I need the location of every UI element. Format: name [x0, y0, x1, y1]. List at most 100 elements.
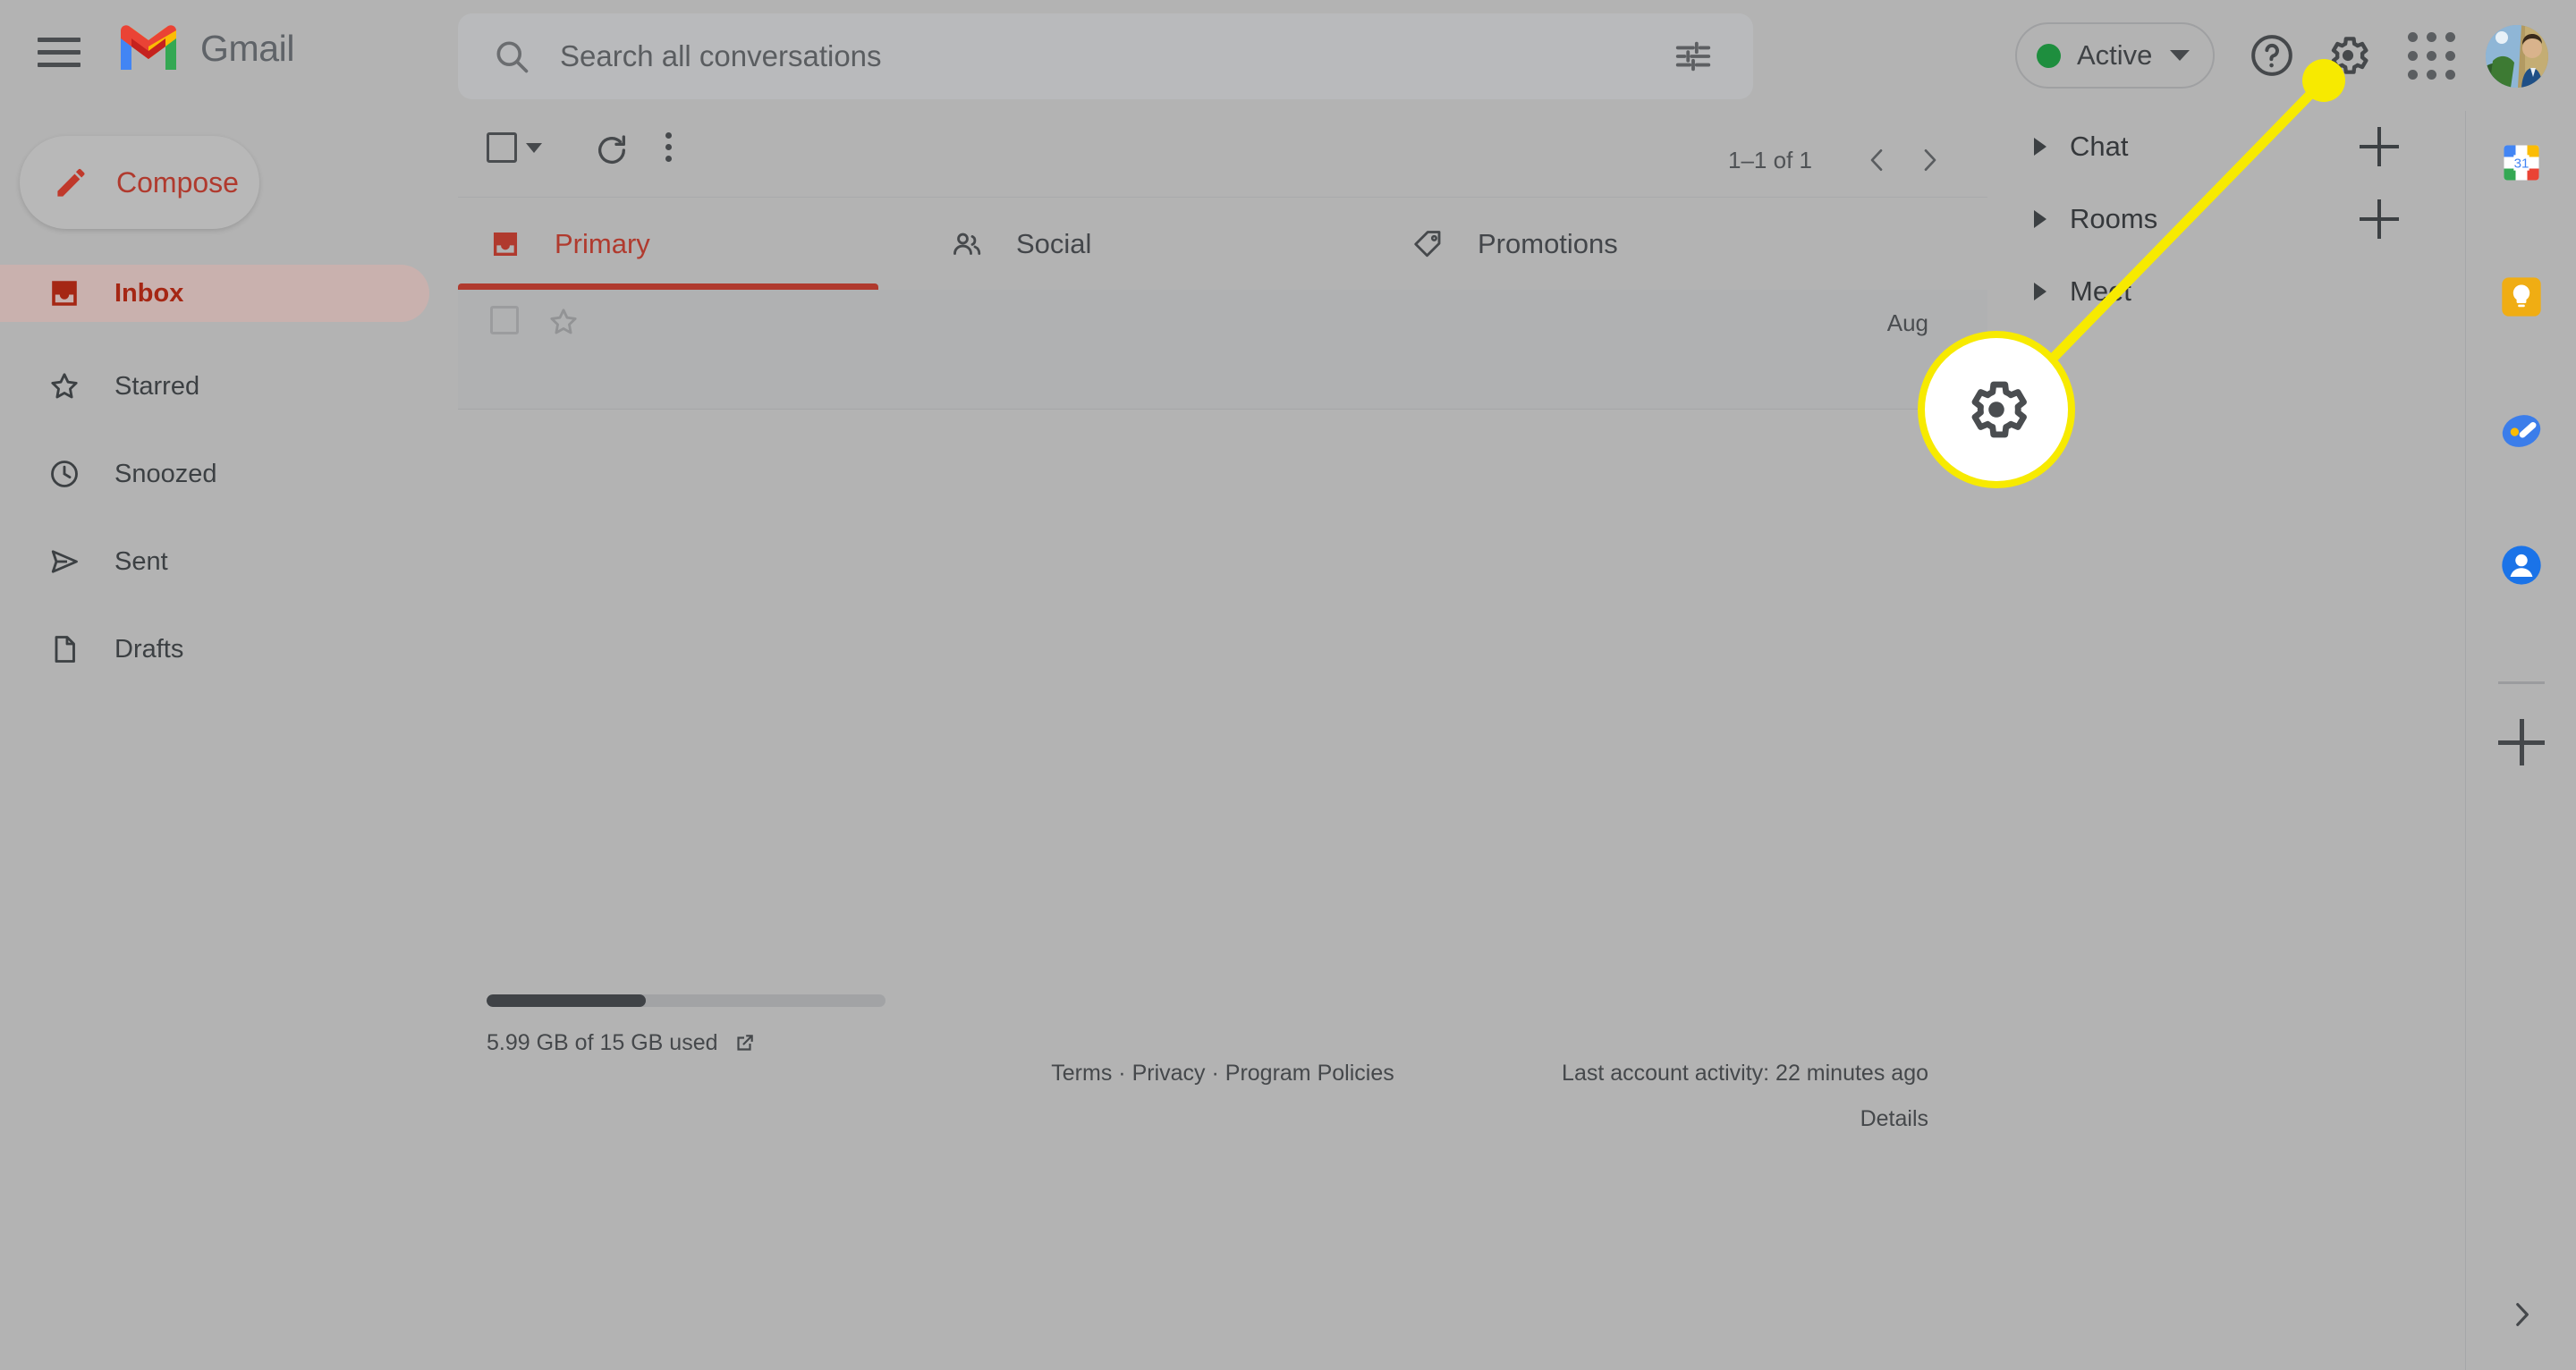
chat-section-label: Chat: [2070, 131, 2129, 162]
compose-label: Compose: [116, 165, 239, 199]
sidebar-item-label: Inbox: [114, 278, 184, 308]
clock-icon: [47, 456, 82, 492]
compose-button[interactable]: Compose: [20, 136, 259, 229]
storage-bar-track: [487, 994, 886, 1007]
status-dot: [2037, 43, 2061, 68]
activity-details-link[interactable]: Details: [1562, 1106, 1928, 1132]
brand-name: Gmail: [200, 27, 295, 69]
sidebar-item-label: Snoozed: [114, 459, 217, 488]
program-policies-link[interactable]: Program Policies: [1225, 1061, 1394, 1086]
privacy-link[interactable]: Privacy: [1132, 1061, 1206, 1086]
tab-primary[interactable]: Primary: [458, 198, 919, 290]
sidebar-item-label: Starred: [114, 371, 200, 401]
storage-usage-label: 5.99 GB of 15 GB used: [487, 1030, 718, 1055]
star-icon: [47, 368, 82, 404]
apps-grid-icon[interactable]: [2406, 30, 2456, 80]
checkbox-icon: [487, 132, 517, 163]
sidebar-item-sent[interactable]: Sent: [0, 533, 429, 590]
chat-section-rooms[interactable]: Rooms: [1987, 183, 2462, 255]
document-icon: [47, 631, 82, 667]
sidebar-item-snoozed[interactable]: Snoozed: [0, 445, 429, 503]
google-keep-icon[interactable]: [2498, 274, 2545, 320]
sidebar-item-label: Sent: [114, 546, 168, 576]
terms-link[interactable]: Terms: [1051, 1061, 1112, 1086]
inbox-tab-icon: [487, 225, 524, 263]
user-avatar[interactable]: [2486, 25, 2548, 88]
search-input[interactable]: [560, 39, 1673, 73]
sidebar-nav: Inbox Starred Snoozed Sent Drafts: [0, 265, 429, 678]
gear-settings-icon[interactable]: [2323, 30, 2373, 80]
storage-usage-row: 5.99 GB of 15 GB used: [487, 1030, 886, 1056]
triangle-right-icon: [2034, 210, 2046, 228]
prev-page-button[interactable]: [1852, 134, 1903, 186]
expand-rail-button[interactable]: [2498, 1291, 2545, 1338]
chevron-down-icon: [526, 142, 542, 153]
mail-list-region: 1–1 of 1 Primary Social Promotions Aug: [458, 111, 1987, 1370]
chevron-down-icon: [2170, 50, 2190, 61]
tab-promotions[interactable]: Promotions: [1381, 198, 1843, 290]
left-sidebar: Compose Inbox Starred Snoozed Sent Draft…: [0, 111, 458, 1370]
more-options-button[interactable]: [665, 132, 672, 162]
send-icon: [47, 544, 82, 579]
help-question-icon[interactable]: [2247, 30, 2297, 80]
storage-bar-fill: [487, 994, 647, 1007]
search-icon: [496, 41, 529, 73]
tab-label: Primary: [555, 227, 650, 259]
status-label: Active: [2077, 39, 2153, 71]
hamburger-menu-icon[interactable]: [38, 34, 80, 70]
sidebar-item-drafts[interactable]: Drafts: [0, 621, 429, 678]
gear-settings-icon: [1971, 381, 2027, 438]
search-bar[interactable]: [458, 13, 1753, 99]
table-row[interactable]: Aug: [458, 290, 1987, 410]
sidebar-item-inbox[interactable]: Inbox: [0, 265, 429, 322]
external-link-icon[interactable]: [733, 1032, 756, 1055]
app-side-rail: 31: [2465, 111, 2576, 1370]
hamburger-line: [38, 37, 80, 42]
row-checkbox[interactable]: [490, 306, 519, 334]
google-calendar-icon[interactable]: 31: [2498, 140, 2545, 186]
people-tab-icon: [948, 225, 986, 263]
chat-panel: Chat Rooms Meet: [1987, 111, 2462, 1370]
triangle-right-icon: [2034, 283, 2046, 300]
callout-magnified-gear: [1918, 331, 2075, 488]
list-toolbar: 1–1 of 1: [458, 111, 1987, 197]
rail-divider: [2498, 681, 2545, 684]
tab-social[interactable]: Social: [919, 198, 1381, 290]
status-pill[interactable]: Active: [2015, 22, 2216, 89]
chat-section-chat[interactable]: Chat: [1987, 111, 2462, 182]
chevron-left-icon: [1870, 149, 1883, 171]
link-separator: ·: [1118, 1061, 1126, 1086]
add-app-button[interactable]: [2498, 719, 2545, 765]
sidebar-item-starred[interactable]: Starred: [0, 358, 429, 415]
inbox-icon: [47, 275, 82, 311]
tune-filter-icon[interactable]: [1673, 36, 1714, 77]
app-header: Gmail Active: [0, 0, 2576, 111]
pencil-compose-icon: [57, 168, 85, 197]
refresh-icon: [598, 135, 625, 165]
chat-section-meet[interactable]: Meet: [1987, 256, 2462, 327]
last-activity-label: Last account activity: 22 minutes ago: [1562, 1061, 1928, 1086]
next-page-button[interactable]: [1903, 134, 1955, 186]
pagination: 1–1 of 1: [1728, 134, 1955, 186]
google-tasks-icon[interactable]: [2498, 408, 2545, 454]
select-all-checkbox[interactable]: [487, 132, 542, 163]
tab-label: Promotions: [1478, 227, 1618, 259]
sidebar-item-label: Drafts: [114, 634, 184, 664]
chat-section-label: Rooms: [2070, 203, 2158, 234]
add-room-button[interactable]: [2360, 199, 2399, 239]
link-separator: ·: [1211, 1061, 1219, 1086]
chat-section-label: Meet: [2070, 275, 2131, 307]
star-outline-icon[interactable]: [547, 306, 580, 338]
gmail-logo-icon: [121, 25, 176, 70]
chevron-right-icon: [1924, 149, 1936, 171]
more-vertical-icon: [665, 132, 672, 162]
page-range-label: 1–1 of 1: [1728, 146, 1812, 173]
hamburger-line: [38, 62, 80, 67]
google-contacts-icon[interactable]: [2498, 542, 2545, 588]
add-chat-button[interactable]: [2360, 127, 2399, 166]
tab-label: Social: [1016, 227, 1092, 259]
gmail-brand[interactable]: Gmail: [116, 23, 294, 73]
triangle-right-icon: [2034, 138, 2046, 156]
chevron-right-icon: [2516, 1303, 2529, 1326]
refresh-button[interactable]: [594, 132, 630, 168]
